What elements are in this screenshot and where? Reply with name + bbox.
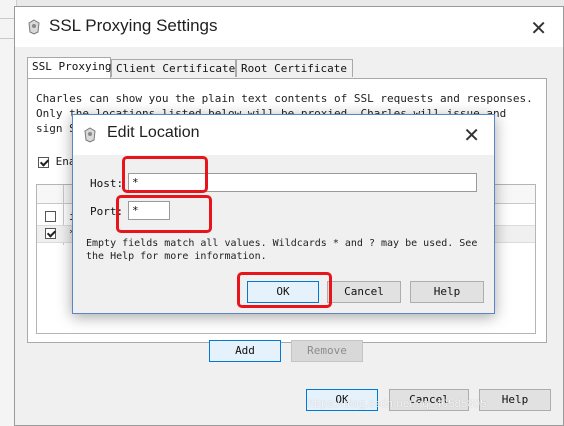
dialog-title: SSL Proxying Settings	[49, 16, 218, 35]
ok-button[interactable]: OK	[247, 281, 319, 303]
port-label: Port:	[90, 205, 124, 218]
row-checkbox[interactable]	[45, 228, 56, 239]
enable-ssl-proxying-row[interactable]: Ena	[38, 155, 76, 168]
title-bar: SSL Proxying Settings ✕	[15, 7, 563, 47]
edit-location-dialog: Edit Location ✕ Host: * Port: * Empty fi…	[72, 114, 495, 314]
watermark-text: https://blog.csdn.net/qq_40585805	[308, 398, 487, 410]
hint-text: Empty fields match all values. Wildcards…	[86, 238, 478, 262]
close-icon[interactable]: ✕	[463, 123, 480, 147]
remove-button[interactable]: Remove	[291, 340, 363, 362]
app-icon	[84, 127, 96, 143]
dialog-title: Edit Location	[107, 124, 200, 141]
port-input[interactable]: *	[128, 201, 170, 220]
tab-root-certificate[interactable]: Root Certificate	[236, 59, 353, 77]
tab-ssl-proxying[interactable]: SSL Proxying	[27, 57, 111, 79]
help-button[interactable]: Help	[479, 389, 551, 411]
app-icon	[28, 19, 40, 35]
add-button[interactable]: Add	[209, 340, 281, 362]
help-button[interactable]: Help	[410, 281, 484, 303]
enable-checkbox[interactable]	[38, 156, 49, 168]
close-icon[interactable]: ✕	[530, 16, 547, 40]
host-label: Host:	[90, 177, 124, 190]
row-checkbox[interactable]	[45, 211, 56, 222]
cancel-button[interactable]: Cancel	[327, 281, 401, 303]
title-bar: Edit Location ✕	[73, 115, 494, 155]
host-input[interactable]: *	[128, 173, 477, 192]
tab-client-certificates[interactable]: Client Certificates	[111, 59, 242, 77]
